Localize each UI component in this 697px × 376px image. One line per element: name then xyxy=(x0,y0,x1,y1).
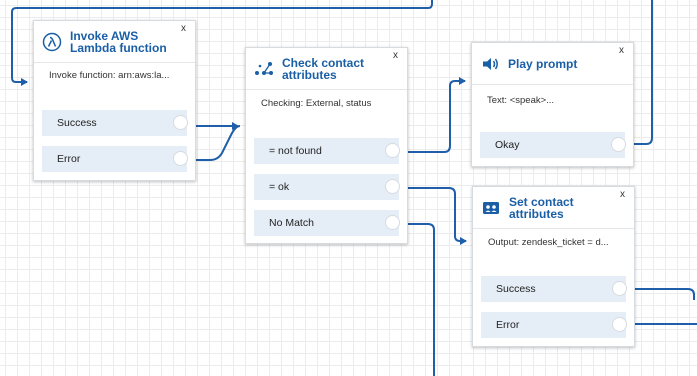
connector-port[interactable] xyxy=(612,281,627,296)
branch-ok[interactable]: = ok xyxy=(254,174,400,200)
connector-check-notfound xyxy=(406,77,466,153)
block-description: Text: <speak>... xyxy=(487,95,555,106)
branch-error[interactable]: Error xyxy=(42,146,188,172)
block-header[interactable]: Set contact attributes x xyxy=(473,187,634,229)
block-title: Check contact attributes xyxy=(282,55,365,82)
close-button[interactable]: x xyxy=(393,51,398,61)
set-attributes-icon xyxy=(480,197,502,219)
branch-label: Okay xyxy=(495,139,520,151)
block-description: Output: zendesk_ticket = d... xyxy=(488,237,609,248)
branch-label: Success xyxy=(57,117,97,129)
branch-not-found[interactable]: = not found xyxy=(254,138,400,164)
connector-play-okay xyxy=(632,0,653,145)
check-attributes-icon xyxy=(253,58,275,80)
branch-error[interactable]: Error xyxy=(481,312,627,338)
branch-okay[interactable]: Okay xyxy=(480,132,626,158)
branch-label: Success xyxy=(496,283,536,295)
branch-label: Error xyxy=(496,319,520,331)
branch-success[interactable]: Success xyxy=(42,110,188,136)
block-check-contact-attributes[interactable]: Check contact attributes x Checking: Ext… xyxy=(245,47,408,244)
block-title: Set contact attributes xyxy=(509,194,574,221)
block-description: Invoke function: arn:aws:la... xyxy=(49,70,170,81)
block-invoke-lambda[interactable]: Invoke AWS Lambda function x Invoke func… xyxy=(33,20,196,181)
branch-label: = ok xyxy=(269,181,290,193)
branch-label: Error xyxy=(57,153,81,165)
branch-label: No Match xyxy=(269,217,314,229)
connector-set-success xyxy=(633,288,695,300)
branch-label: = not found xyxy=(269,145,322,157)
connector-port[interactable] xyxy=(385,215,400,230)
close-button[interactable]: x xyxy=(181,24,186,34)
block-set-contact-attributes[interactable]: Set contact attributes x Output: zendesk… xyxy=(472,186,635,347)
block-header[interactable]: Invoke AWS Lambda function x xyxy=(34,21,195,63)
branch-success[interactable]: Success xyxy=(481,276,627,302)
branch-no-match[interactable]: No Match xyxy=(254,210,400,236)
lambda-icon xyxy=(41,31,63,53)
connector-port[interactable] xyxy=(385,179,400,194)
block-header[interactable]: Play prompt x xyxy=(472,43,633,85)
block-header[interactable]: Check contact attributes x xyxy=(246,48,407,90)
block-title: Invoke AWS Lambda function xyxy=(70,28,167,55)
close-button[interactable]: x xyxy=(619,46,624,56)
connector-lambda-error xyxy=(195,125,241,161)
connector-port[interactable] xyxy=(612,317,627,332)
block-play-prompt[interactable]: Play prompt x Text: <speak>... Okay xyxy=(471,42,634,167)
connector-port[interactable] xyxy=(611,137,626,152)
block-description: Checking: External, status xyxy=(261,98,372,109)
connector-port[interactable] xyxy=(173,115,188,130)
close-button[interactable]: x xyxy=(620,190,625,200)
speaker-icon xyxy=(479,53,501,75)
connector-port[interactable] xyxy=(173,151,188,166)
connector-port[interactable] xyxy=(385,143,400,158)
connector-check-ok xyxy=(406,187,467,245)
connector-check-nomatch xyxy=(406,223,435,376)
block-title: Play prompt xyxy=(508,56,578,71)
